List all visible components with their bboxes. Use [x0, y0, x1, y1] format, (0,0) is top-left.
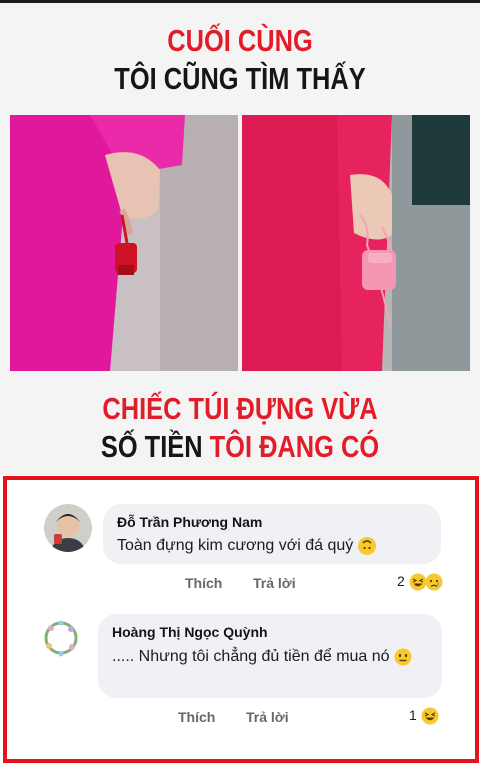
meme-line-3: CHIẾC TÚI ĐỰNG VỪA [102, 391, 378, 426]
photo-left [10, 115, 238, 371]
meme-line-1: CUỐI CÙNG [167, 23, 313, 58]
upside-down-face-icon [357, 536, 376, 555]
comment-text-content: ..... Nhưng tôi chẳng đủ tiền để mua nó [112, 648, 390, 665]
comment-author[interactable]: Hoàng Thị Ngọc Quỳnh [112, 624, 268, 640]
reaction-summary[interactable]: 2 [397, 573, 443, 591]
comment-text: ..... Nhưng tôi chẳng đủ tiền để mua nó [112, 646, 412, 668]
avatar[interactable] [37, 614, 85, 662]
reply-button[interactable]: Trả lời [246, 709, 289, 725]
neutral-face-icon [394, 648, 412, 666]
comment-text-content: Toàn đựng kim cương với đá quý [117, 537, 354, 554]
pink-coat-hand-illustration [10, 115, 238, 371]
comment-bubble[interactable]: Đỗ Trần Phương Nam Toàn đựng kim cương v… [103, 504, 441, 564]
meme-image: CUỐI CÙNG TÔI CŨNG TÌM THẤY CHIẾC TÚI ĐỰ… [0, 3, 480, 475]
comment-bubble[interactable]: Hoàng Thị Ngọc Quỳnh ..... Nhưng tôi chẳ… [98, 614, 442, 698]
comment-text: Toàn đựng kim cương với đá quý [117, 535, 437, 557]
avatar[interactable] [44, 504, 92, 552]
reply-button[interactable]: Trả lời [253, 575, 296, 591]
reaction-count: 2 [397, 573, 405, 589]
meme-line-4: SỐ TIỀN TÔI ĐANG CÓ [43, 429, 437, 465]
red-dress-hand-illustration [242, 115, 470, 371]
meme-line-4-dark: SỐ TIỀN [100, 429, 210, 464]
reaction-summary[interactable]: 1 [409, 707, 439, 725]
like-button[interactable]: Thích [178, 709, 215, 725]
reaction-count: 1 [409, 707, 417, 723]
laughing-emoji-icon [421, 707, 439, 725]
comment-author[interactable]: Đỗ Trần Phương Nam [117, 514, 262, 530]
sad-emoji-icon [425, 573, 443, 591]
photo-right [242, 115, 470, 371]
meme-line-4-red: TÔI ĐANG CÓ [209, 429, 380, 464]
comments-highlight-box: Đỗ Trần Phương Nam Toàn đựng kim cương v… [3, 476, 479, 763]
floral-wreath-icon [37, 614, 85, 662]
meme-line-2: TÔI CŨNG TÌM THẤY [114, 61, 366, 96]
like-button[interactable]: Thích [185, 575, 222, 591]
user-photo-icon [44, 504, 92, 552]
